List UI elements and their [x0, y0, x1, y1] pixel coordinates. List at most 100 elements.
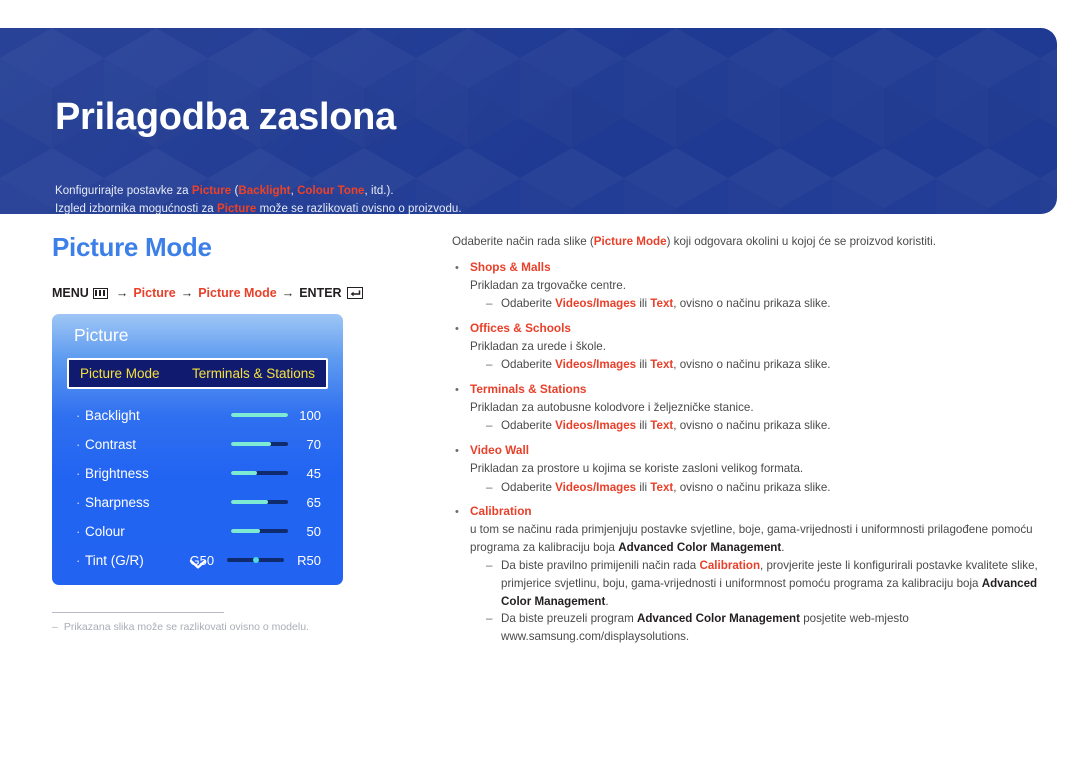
bullet-icon: •	[455, 383, 459, 396]
intro-term-picture-mode: Picture Mode	[593, 235, 667, 248]
osd-row-label: Contrast	[85, 436, 137, 452]
osd-row-brightness[interactable]: · Brightness 45	[76, 460, 321, 486]
osd-slider[interactable]	[231, 413, 288, 417]
osd-slider[interactable]	[231, 442, 288, 446]
banner-subtitle-line-2: Izgled izbornika mogućnosti za Picture m…	[55, 203, 462, 214]
enter-icon	[346, 287, 363, 299]
subtitle-term-backlight: Backlight	[238, 185, 291, 197]
subnote-part: .	[605, 594, 609, 608]
subnote-part: Odaberite	[501, 480, 556, 494]
mode-subnote: ‒ Da biste preuzeli program Advanced Col…	[470, 610, 1048, 645]
mode-subnote: ‒ Odaberite Videos/Images ili Text, ovisn…	[470, 356, 1048, 374]
intro-paragraph: Odaberite način rada slike (Picture Mode…	[452, 233, 1048, 251]
banner-subtitle-line-1: Konfigurirajte postavke za Picture (Back…	[55, 185, 394, 197]
mode-group: • Shops & Malls Prikladan za trgovačke cen…	[452, 259, 1048, 313]
osd-row-sharpness[interactable]: · Sharpness 65	[76, 489, 321, 515]
osd-slider[interactable]	[231, 529, 288, 533]
content-column: Odaberite način rada slike (Picture Mode…	[452, 233, 1048, 652]
osd-bullet: ·	[76, 465, 81, 481]
mode-group-body: Prikladan za trgovačke centre. ‒ Odaberite…	[452, 277, 1048, 313]
footnote-divider	[52, 612, 224, 613]
subtitle-text: može se razlikovati ovisno o proizvodu.	[256, 203, 462, 214]
subnote-part: Odaberite	[501, 419, 556, 433]
subtitle-text: Izgled izbornika mogućnosti za	[55, 203, 217, 214]
osd-slider-fill	[231, 529, 260, 533]
osd-slider-fill	[231, 500, 269, 504]
mode-description: u tom se načinu rada primjenjuju postavk…	[470, 521, 1048, 556]
mode-group-body: Prikladan za urede i škole. ‒ Odaberite Vi…	[452, 338, 1048, 374]
subtitle-text: Konfigurirajte postavke za	[55, 185, 192, 197]
osd-scroll-down[interactable]	[52, 557, 343, 575]
term-videos-images: Videos/Images	[555, 480, 637, 494]
osd-row-backlight[interactable]: · Backlight 100	[76, 402, 321, 428]
osd-row-picture-mode[interactable]: Picture Mode Terminals & Stations	[67, 358, 328, 389]
mode-description: Prikladan za urede i škole.	[470, 339, 606, 353]
breadcrumb-step-picture-mode[interactable]: Picture Mode	[198, 286, 277, 300]
term-advanced-color-management: Advanced Color Management	[636, 612, 800, 626]
subnote-part: Odaberite	[501, 297, 556, 311]
mode-group-calibration: • Calibration u tom se načinu rada primj…	[452, 503, 1048, 645]
osd-bullet: ·	[76, 494, 81, 510]
osd-slider-control[interactable]: 50	[231, 524, 321, 539]
subnote-text: Odaberite Videos/Images ili Text, ovisno…	[501, 417, 1048, 435]
osd-row-contrast[interactable]: · Contrast 70	[76, 431, 321, 457]
mode-name: Calibration	[470, 504, 532, 519]
subtitle-term-picture: Picture	[217, 203, 257, 214]
osd-slider-value: 70	[306, 436, 321, 452]
mode-list: • Shops & Malls Prikladan za trgovačke cen…	[452, 259, 1048, 497]
mode-name: Terminals & Stations	[470, 381, 587, 396]
subnote-part: ili	[636, 358, 651, 372]
dash-marker: ‒	[486, 297, 493, 311]
osd-slider-value: 100	[299, 407, 321, 423]
section-title: Picture Mode	[52, 232, 212, 262]
osd-slider[interactable]	[231, 471, 288, 475]
subtitle-text: , itd.).	[364, 185, 394, 197]
breadcrumb-step-picture[interactable]: Picture	[133, 286, 175, 300]
mode-description: Prikladan za prostore u kojima se korist…	[470, 461, 804, 475]
footnote-text: Prikazana slika može se razlikovati ovis…	[63, 621, 309, 633]
mode-group-body: Prikladan za prostore u kojima se korist…	[452, 460, 1048, 496]
mode-group-header: • Shops & Malls	[452, 259, 1048, 277]
subnote-part: , ovisno o načinu prikaza slike.	[673, 480, 831, 494]
page-title: Prilagodba zaslona	[55, 96, 396, 138]
osd-row-label: Picture Mode	[80, 366, 160, 381]
osd-row-value: Terminals & Stations	[191, 366, 315, 381]
mode-group: • Terminals & Stations Prikladan za autobu…	[452, 381, 1048, 435]
osd-row-label: Brightness	[85, 465, 149, 481]
osd-slider-control[interactable]: 45	[231, 466, 321, 481]
osd-bullet: ·	[76, 436, 81, 452]
mode-description: Prikladan za autobusne kolodvore i želje…	[470, 400, 754, 414]
mode-subnote: ‒ Odaberite Videos/Images ili Text, ovisn…	[470, 479, 1048, 497]
subnote-part: , ovisno o načinu prikaza slike.	[673, 419, 831, 433]
osd-row-label: Colour	[85, 523, 125, 539]
chevron-down-icon	[189, 559, 206, 569]
intro-text: Odaberite način rada slike (	[452, 235, 594, 248]
dash-marker: ‒	[486, 419, 493, 433]
term-videos-images: Videos/Images	[555, 297, 637, 311]
subtitle-term-colour-tone: Colour Tone	[297, 185, 365, 197]
breadcrumb-arrow: →	[281, 286, 295, 300]
subnote-text: Odaberite Videos/Images ili Text, ovisno…	[501, 479, 1048, 497]
footnote: ‒ Prikazana slika može se razlikovati ov…	[52, 621, 309, 633]
osd-slider-control[interactable]: 100	[231, 408, 321, 423]
breadcrumb-arrow: →	[180, 286, 194, 300]
osd-row-colour[interactable]: · Colour 50	[76, 518, 321, 544]
mode-group: • Offices & Schools Prikladan za urede i š…	[452, 320, 1048, 374]
osd-slider[interactable]	[231, 500, 288, 504]
term-calibration: Calibration	[699, 559, 761, 573]
page-header-banner: Prilagodba zaslona Konfigurirajte postav…	[0, 28, 1057, 214]
osd-slider-value: 45	[306, 465, 321, 481]
mode-group-body: Prikladan za autobusne kolodvore i želje…	[452, 399, 1048, 435]
mode-group-header: • Terminals & Stations	[452, 381, 1048, 399]
term-text: Text	[650, 419, 674, 433]
bullet-icon: •	[455, 506, 459, 519]
dash-marker: ‒	[486, 480, 493, 494]
osd-slider-fill	[231, 471, 257, 475]
subnote-part: , ovisno o načinu prikaza slike.	[673, 358, 831, 372]
osd-slider-control[interactable]: 70	[231, 437, 321, 452]
term-text: Text	[650, 297, 674, 311]
subnote-text: Da biste preuzeli program Advanced Color…	[501, 610, 1048, 645]
mode-group-body: u tom se načinu rada primjenjuju postavk…	[452, 521, 1048, 645]
subnote-part: ili	[636, 480, 651, 494]
osd-slider-control[interactable]: 65	[231, 495, 321, 510]
